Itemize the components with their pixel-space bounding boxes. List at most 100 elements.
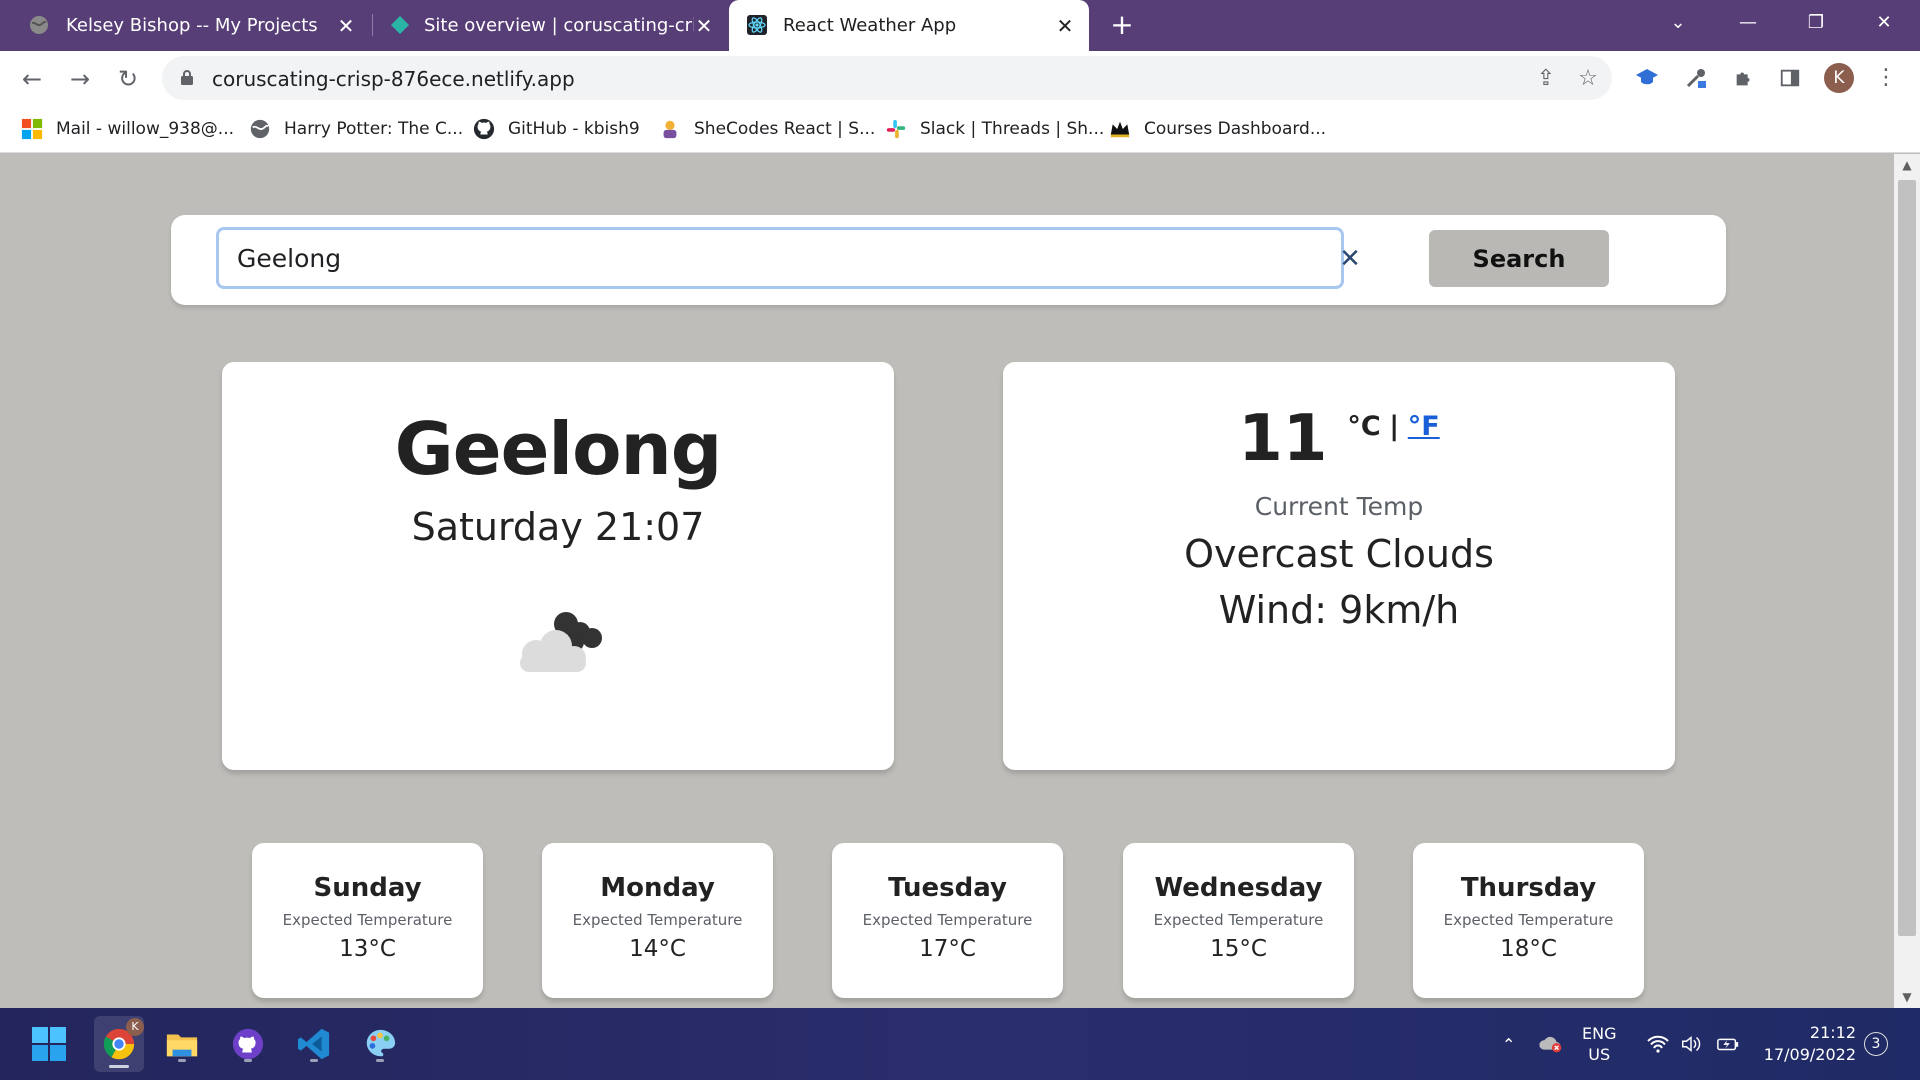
paint-icon[interactable]: [358, 1022, 402, 1066]
forecast-label: Expected Temperature: [282, 911, 453, 929]
windows-taskbar: K ⌃ ENG US 21:12 17/09/2022 3: [0, 1008, 1920, 1080]
show-hidden-icons-chevron-icon[interactable]: ⌃: [1502, 1008, 1515, 1080]
reload-button[interactable]: ↻: [112, 63, 144, 95]
running-indicator: [310, 1059, 318, 1062]
globe-icon: [30, 16, 48, 34]
back-button[interactable]: ←: [16, 63, 48, 95]
tab-react-weather-app[interactable]: React Weather App ✕: [729, 0, 1089, 51]
address-bar[interactable]: coruscating-crisp-876ece.netlify.app ⇪ ☆: [162, 56, 1612, 100]
clock[interactable]: 21:12 17/09/2022: [1762, 1008, 1856, 1080]
tab-kelsey-projects[interactable]: Kelsey Bishop -- My Projects ✕: [0, 0, 370, 51]
react-icon: [747, 15, 767, 35]
current-weather-card: 11 °C | °F Current Temp Overcast Clouds …: [1003, 362, 1675, 770]
search-button[interactable]: Search: [1429, 230, 1609, 287]
forward-button[interactable]: →: [64, 63, 96, 95]
notification-center[interactable]: 3: [1864, 1008, 1888, 1080]
forecast-day: Wednesday: [1154, 873, 1323, 903]
current-temp-label: Current Temp: [1254, 492, 1424, 521]
bookmark-mail[interactable]: Mail - willow_938@...: [20, 115, 234, 143]
close-icon[interactable]: ✕: [1055, 14, 1075, 38]
region-code: US: [1588, 1045, 1611, 1064]
forecast-day: Sunday: [313, 873, 422, 903]
forecast-card: Sunday Expected Temperature 13°C: [252, 843, 483, 998]
forecast-card: Wednesday Expected Temperature 15°C: [1123, 843, 1354, 998]
bookmark-label: Harry Potter: The C...: [284, 119, 464, 139]
running-indicator: [178, 1059, 186, 1062]
chrome-taskbar-icon[interactable]: K: [94, 1016, 144, 1072]
tab-title: Kelsey Bishop -- My Projects: [66, 15, 318, 36]
microsoft-icon: [20, 117, 44, 141]
close-icon[interactable]: ✕: [336, 14, 356, 38]
vscode-icon[interactable]: [292, 1022, 336, 1066]
bookmark-label: GitHub - kbish9: [508, 119, 640, 139]
file-explorer-icon[interactable]: [160, 1022, 204, 1066]
bookmark-github[interactable]: GitHub - kbish9: [472, 115, 640, 143]
lock-icon: [181, 70, 193, 85]
forecast-card: Thursday Expected Temperature 18°C: [1413, 843, 1644, 998]
extension-eyedropper-icon[interactable]: [1682, 64, 1710, 92]
forecast-card: Monday Expected Temperature 14°C: [542, 843, 773, 998]
city-search-input[interactable]: Geelong ✕: [216, 227, 1361, 289]
bookmark-harry-potter[interactable]: Harry Potter: The C...: [248, 115, 463, 143]
extensions-puzzle-icon[interactable]: [1730, 64, 1758, 92]
github-icon: [472, 117, 496, 141]
clock-time: 21:12: [1809, 1023, 1856, 1042]
url-text: coruscating-crisp-876ece.netlify.app: [212, 67, 575, 91]
forecast-label: Expected Temperature: [1153, 911, 1324, 929]
fahrenheit-link[interactable]: °F: [1408, 411, 1440, 442]
slack-icon: [884, 117, 908, 141]
forecast-label: Expected Temperature: [572, 911, 743, 929]
scroll-up-arrow-icon[interactable]: ▲: [1894, 154, 1920, 176]
close-window-button[interactable]: ✕: [1856, 0, 1912, 44]
onedrive-error-icon[interactable]: [1538, 1008, 1564, 1080]
scrollbar-thumb[interactable]: [1898, 180, 1916, 936]
forecast-temp: 15°C: [1210, 936, 1267, 962]
clock-date: 17/09/2022: [1763, 1045, 1856, 1064]
browser-menu-icon[interactable]: ⋮: [1875, 63, 1897, 93]
bookmark-label: Slack | Threads | Sh...: [920, 119, 1105, 139]
side-panel-icon[interactable]: [1776, 64, 1804, 92]
close-icon[interactable]: ✕: [694, 14, 714, 38]
github-desktop-icon[interactable]: [226, 1022, 270, 1066]
windows-start-icon[interactable]: [27, 1022, 71, 1066]
bookmarks-bar: Mail - willow_938@... Harry Potter: The …: [0, 106, 1920, 153]
forecast-label: Expected Temperature: [1443, 911, 1614, 929]
bookmark-shecodes[interactable]: SheCodes React | S...: [658, 115, 875, 143]
unit-toggle: °C | °F: [1347, 411, 1439, 442]
wifi-icon[interactable]: [1646, 1008, 1670, 1080]
restore-button[interactable]: ❐: [1788, 0, 1844, 44]
input-language-indicator[interactable]: ENG US: [1582, 1008, 1616, 1080]
clear-search-icon[interactable]: ✕: [1337, 246, 1363, 272]
shecodes-icon: [658, 117, 682, 141]
forecast-day: Tuesday: [888, 873, 1007, 903]
running-indicator: [376, 1059, 384, 1062]
wind-speed: Wind: 9km/h: [1218, 588, 1460, 632]
temperature-line: 11 °C | °F: [1003, 407, 1675, 471]
bookmark-star-icon[interactable]: ☆: [1574, 65, 1602, 93]
running-indicator: [244, 1059, 252, 1062]
city-name: Geelong: [394, 407, 723, 491]
tab-search-chevron-icon[interactable]: ⌄: [1650, 0, 1706, 44]
search-input-value: Geelong: [237, 244, 342, 273]
extension-graduation-icon[interactable]: [1633, 64, 1661, 92]
celsius-unit[interactable]: °C: [1347, 411, 1380, 442]
new-tab-button[interactable]: +: [1107, 11, 1137, 41]
date-time: Saturday 21:07: [411, 505, 705, 549]
bookmark-slack[interactable]: Slack | Threads | Sh...: [884, 115, 1104, 143]
battery-icon[interactable]: [1716, 1008, 1740, 1080]
current-temperature: 11: [1238, 402, 1328, 476]
crown-icon: [1108, 117, 1132, 141]
active-indicator: [109, 1065, 129, 1068]
globe-icon: [248, 117, 272, 141]
page-scrollbar[interactable]: ▲ ▼: [1894, 154, 1920, 1008]
tab-site-overview[interactable]: Site overview | coruscating-crisp- ✕: [374, 0, 728, 51]
tab-strip: Kelsey Bishop -- My Projects ✕ Site over…: [0, 0, 1920, 51]
minimize-button[interactable]: —: [1720, 0, 1776, 44]
share-icon[interactable]: ⇪: [1532, 65, 1560, 93]
profile-avatar[interactable]: K: [1824, 63, 1854, 93]
scroll-down-arrow-icon[interactable]: ▼: [1894, 986, 1920, 1008]
forecast-label: Expected Temperature: [862, 911, 1033, 929]
bookmark-courses[interactable]: Courses Dashboard...: [1108, 115, 1326, 143]
overcast-clouds-icon: [520, 612, 602, 672]
volume-icon[interactable]: [1680, 1008, 1702, 1080]
